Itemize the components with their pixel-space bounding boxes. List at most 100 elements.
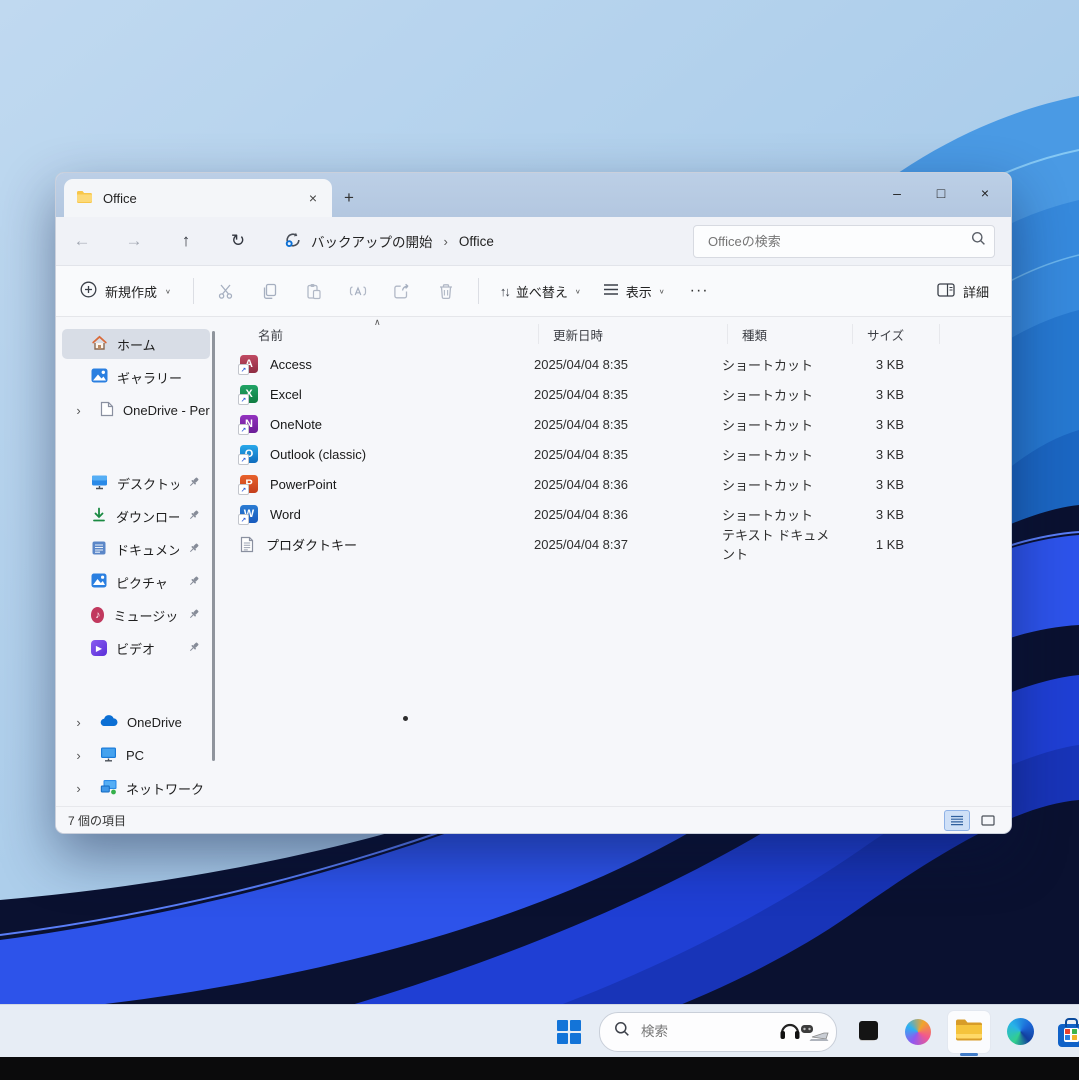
sidebar-item-network[interactable]: › ネットワーク xyxy=(62,773,210,803)
file-row[interactable]: O ↗ Outlook (classic) 2025/04/04 8:35 ショ… xyxy=(232,439,1011,469)
shortcut-arrow-icon: ↗ xyxy=(238,424,249,435)
sidebar-item-label: ビデオ xyxy=(116,639,155,658)
file-modified: 2025/04/04 8:35 xyxy=(520,417,708,432)
forward-button[interactable]: → xyxy=(114,224,154,258)
sidebar-item-pictures[interactable]: ピクチャ xyxy=(62,567,210,597)
copilot-button[interactable] xyxy=(897,1011,939,1053)
command-bar: 新規作成 ∨ ↑↓ 並べ替え ∨ xyxy=(56,266,1011,317)
sidebar-item-pc[interactable]: › PC xyxy=(62,740,210,770)
file-type: ショートカット xyxy=(708,385,832,404)
sidebar-item-home[interactable]: ホーム xyxy=(62,329,210,359)
pictures-icon xyxy=(91,573,107,591)
file-row[interactable]: プロダクトキー 2025/04/04 8:37 テキスト ドキュメント 1 KB xyxy=(232,529,1011,559)
download-icon xyxy=(91,507,107,526)
tab-title: Office xyxy=(103,191,302,206)
edge-button[interactable] xyxy=(999,1011,1041,1053)
plus-circle-icon xyxy=(80,281,97,301)
details-pane-button[interactable]: 詳細 xyxy=(929,276,997,307)
column-header-type[interactable]: 種類 xyxy=(728,324,853,344)
pin-icon xyxy=(188,509,200,524)
details-pane-icon xyxy=(937,283,955,300)
refresh-button[interactable]: ↻ xyxy=(218,224,258,258)
share-button[interactable] xyxy=(382,274,422,308)
monitor-bezel xyxy=(0,1057,1079,1080)
sidebar-item-onedrive[interactable]: › OneDrive xyxy=(62,707,210,737)
pin-icon xyxy=(188,476,200,491)
close-button[interactable]: × xyxy=(963,173,1007,213)
breadcrumb-root[interactable]: バックアップの開始 xyxy=(311,231,433,251)
maximize-button[interactable]: □ xyxy=(919,173,963,213)
store-icon xyxy=(1058,1024,1079,1047)
explorer-search-input[interactable] xyxy=(706,233,971,250)
breadcrumb-separator: › xyxy=(442,234,450,249)
file-explorer-button[interactable] xyxy=(948,1011,990,1053)
task-view-button[interactable] xyxy=(846,1011,888,1053)
expander-icon[interactable]: › xyxy=(66,781,91,796)
tab-bar: Office × + – □ × xyxy=(56,173,1011,217)
powerpoint-app-icon: P ↗ xyxy=(240,475,258,493)
sidebar-scrollbar[interactable] xyxy=(212,331,215,761)
column-header-modified[interactable]: 更新日時 xyxy=(539,324,728,344)
sidebar-item-gallery[interactable]: ギャラリー xyxy=(62,362,210,392)
start-button[interactable] xyxy=(548,1011,590,1053)
sort-arrows-icon: ↑↓ xyxy=(500,284,509,299)
tab-close-button[interactable]: × xyxy=(302,187,324,209)
rename-button[interactable] xyxy=(338,274,378,308)
file-name: プロダクトキー xyxy=(266,535,357,554)
edge-icon xyxy=(1007,1018,1034,1045)
file-row[interactable]: W ↗ Word 2025/04/04 8:36 ショートカット 3 KB xyxy=(232,499,1011,529)
sidebar-item-documents[interactable]: ドキュメント xyxy=(62,534,210,564)
store-button[interactable] xyxy=(1050,1011,1079,1053)
column-header-size[interactable]: サイズ xyxy=(853,324,940,344)
taskbar-search-box[interactable] xyxy=(599,1012,837,1052)
more-options-button[interactable]: ··· xyxy=(678,282,721,300)
onenote-app-icon: N ↗ xyxy=(240,415,258,433)
minimize-button[interactable]: – xyxy=(875,173,919,213)
view-button[interactable]: 表示 ∨ xyxy=(594,276,674,307)
sidebar-item-desktop[interactable]: デスクトップ xyxy=(62,468,210,498)
file-row[interactable]: P ↗ PowerPoint 2025/04/04 8:36 ショートカット 3… xyxy=(232,469,1011,499)
copy-button[interactable] xyxy=(250,274,290,308)
explorer-search-box[interactable] xyxy=(693,225,995,258)
network-icon xyxy=(100,779,117,798)
copilot-icon xyxy=(905,1019,931,1045)
cut-button[interactable] xyxy=(206,274,246,308)
file-row[interactable]: X ↗ Excel 2025/04/04 8:35 ショートカット 3 KB xyxy=(232,379,1011,409)
sidebar-item-videos[interactable]: ▶ ビデオ xyxy=(62,633,210,663)
delete-button[interactable] xyxy=(426,274,466,308)
document-icon xyxy=(100,401,114,420)
sort-button[interactable]: ↑↓ 並べ替え ∨ xyxy=(491,276,590,307)
new-tab-button[interactable]: + xyxy=(332,181,366,215)
expander-icon[interactable]: › xyxy=(66,748,91,763)
sort-ascending-icon: ∧ xyxy=(374,317,381,328)
sidebar-item-downloads[interactable]: ダウンロード xyxy=(62,501,210,531)
windows-logo-icon xyxy=(557,1020,581,1044)
taskbar-search-input[interactable] xyxy=(639,1023,778,1040)
up-button[interactable]: ↑ xyxy=(166,224,206,258)
file-row[interactable]: N ↗ OneNote 2025/04/04 8:35 ショートカット 3 KB xyxy=(232,409,1011,439)
sidebar-item-music[interactable]: ♪ ミュージック xyxy=(62,600,210,630)
file-modified: 2025/04/04 8:35 xyxy=(520,447,708,462)
new-item-button[interactable]: 新規作成 ∨ xyxy=(70,275,181,307)
tab-office[interactable]: Office × xyxy=(64,179,332,217)
paste-button[interactable] xyxy=(294,274,334,308)
sidebar-item-label: ピクチャ xyxy=(116,573,168,592)
sidebar-item-label: ミュージック xyxy=(113,606,179,625)
expander-icon[interactable]: › xyxy=(66,715,91,730)
pin-icon xyxy=(188,542,200,557)
back-button[interactable]: ← xyxy=(62,224,102,258)
file-explorer-window: Office × + – □ × ← → ↑ ↻ バックアップの開始 › Off… xyxy=(55,172,1012,834)
column-header-name[interactable]: ∧ 名前 xyxy=(232,324,539,344)
sidebar-item-label: ギャラリー xyxy=(117,368,182,387)
details-view-toggle[interactable] xyxy=(944,810,970,831)
icons-view-toggle[interactable] xyxy=(975,810,1001,831)
breadcrumb-current[interactable]: Office xyxy=(459,234,494,249)
expander-icon[interactable]: › xyxy=(66,403,91,418)
file-size: 3 KB xyxy=(832,477,904,492)
active-app-indicator xyxy=(960,1053,978,1056)
file-row[interactable]: A ↗ Access 2025/04/04 8:35 ショートカット 3 KB xyxy=(232,349,1011,379)
sidebar-item-onedrive-personal[interactable]: › OneDrive - Pers xyxy=(62,395,210,425)
file-name: Access xyxy=(270,357,312,372)
file-modified: 2025/04/04 8:36 xyxy=(520,507,708,522)
task-view-icon xyxy=(850,1015,884,1049)
